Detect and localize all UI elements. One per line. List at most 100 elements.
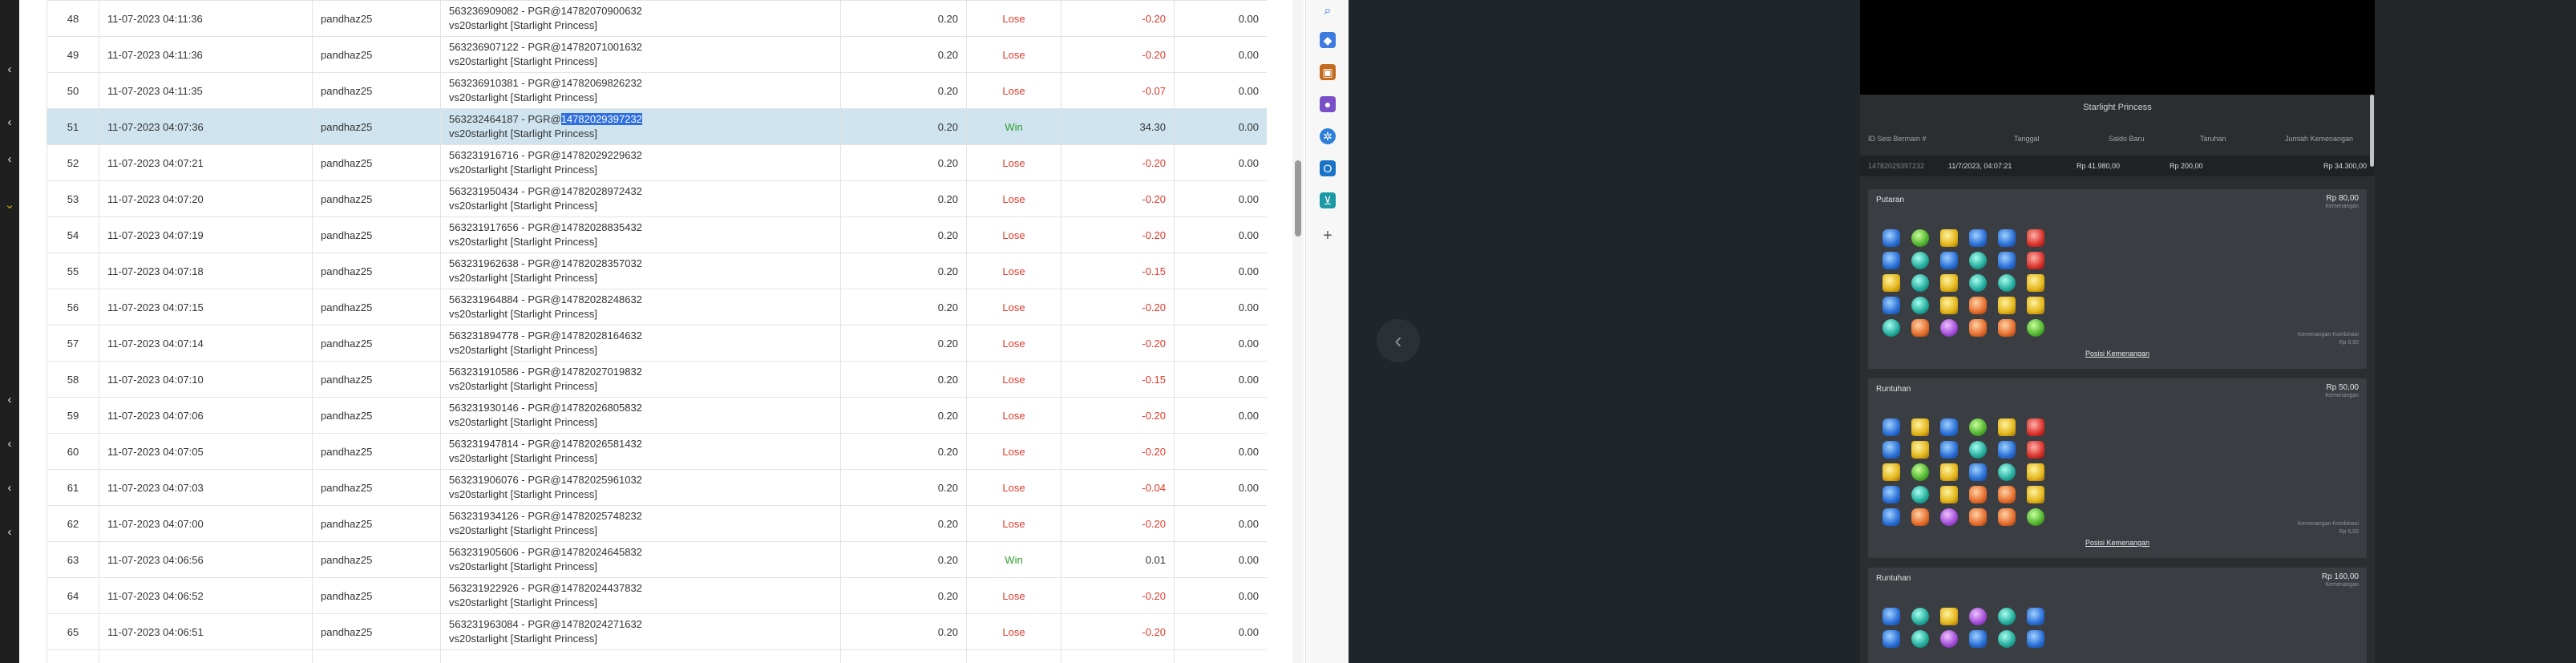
chevron-left-icon[interactable]: ‹ xyxy=(2,152,17,167)
settings-icon[interactable]: ✲ xyxy=(1320,128,1336,144)
cart-icon[interactable]: ⊻ xyxy=(1320,192,1336,208)
round-card: Runtuhan Rp 50,00 Kemenangan Kemenangan … xyxy=(1868,378,2367,558)
gem-symbol-icon xyxy=(1882,297,1900,314)
row-date: 11-07-2023 04:11:36 xyxy=(99,0,313,37)
table-row[interactable]: 62 11-07-2023 04:07:00 pandhaz25 5632319341… xyxy=(47,505,1267,542)
row-description: 563231940999 - PGR@14782024111032 xyxy=(440,649,841,663)
outlook-icon[interactable]: O xyxy=(1320,160,1336,176)
table-row[interactable]: 55 11-07-2023 04:07:18 pandhaz25 5632319626… xyxy=(47,253,1267,289)
table-row[interactable]: 63 11-07-2023 04:06:56 pandhaz25 5632319056… xyxy=(47,541,1267,578)
table-row[interactable]: 57 11-07-2023 04:07:14 pandhaz25 5632318947… xyxy=(47,325,1267,362)
combo-win-value: Rp 8,00 xyxy=(2339,340,2359,346)
table-row[interactable]: 59 11-07-2023 04:07:06 pandhaz25 5632319301… xyxy=(47,397,1267,434)
gem-symbol-icon xyxy=(1882,508,1900,526)
gem-symbol-icon xyxy=(2027,418,2044,436)
gem-symbol-icon xyxy=(1998,463,2016,481)
gem-symbol-icon xyxy=(2027,441,2044,459)
game-history-popup: Starlight Princess ID Sesi Bermain # Tan… xyxy=(1860,0,2375,663)
game-name: vs20starlight [Starlight Princess] xyxy=(449,416,597,428)
gem-symbol-icon xyxy=(1882,630,1900,648)
row-jackpot: 0.00 xyxy=(1174,216,1267,253)
page-scrollbar[interactable] xyxy=(1292,0,1304,663)
row-bet: 0.20 xyxy=(840,253,967,289)
row-result: Lose xyxy=(966,144,1062,181)
game-name: vs20starlight [Starlight Princess] xyxy=(449,524,597,536)
table-row[interactable]: 53 11-07-2023 04:07:20 pandhaz25 5632319504… xyxy=(47,180,1267,217)
row-bet: 0.20 xyxy=(840,577,967,614)
row-description: 563231964884 - PGR@14782028248632 vs20sta… xyxy=(440,289,841,325)
table-row[interactable]: 56 11-07-2023 04:07:15 pandhaz25 5632319648… xyxy=(47,289,1267,325)
row-number: 58 xyxy=(47,361,99,398)
user-icon[interactable]: ● xyxy=(1320,96,1336,112)
gem-symbol-icon xyxy=(1882,486,1900,503)
chevron-left-icon[interactable]: ‹ xyxy=(2,63,17,77)
gem-symbol-icon xyxy=(1940,252,1958,269)
row-date: 11-07-2023 04:07:18 xyxy=(99,253,313,289)
transaction-id: 563231963084 - PGR@14782024271632 xyxy=(449,618,642,630)
row-number: 62 xyxy=(47,505,99,542)
gem-symbol-icon xyxy=(1882,608,1900,625)
row-result: Lose xyxy=(966,180,1062,217)
gem-symbol-icon xyxy=(2027,297,2044,314)
row-date: 11-07-2023 04:07:21 xyxy=(99,144,313,181)
row-result: Lose xyxy=(966,36,1062,73)
chevron-left-icon[interactable]: ‹ xyxy=(2,393,17,407)
table-row[interactable]: 52 11-07-2023 04:07:21 pandhaz25 5632319167… xyxy=(47,144,1267,181)
back-arrow-icon[interactable]: ‹ xyxy=(1377,319,1420,362)
transaction-id: 563231950434 - PGR@14782028972432 xyxy=(449,185,642,197)
row-username: pandhaz25 xyxy=(312,144,441,181)
row-description: 563236910381 - PGR@14782069826232 vs20sta… xyxy=(440,72,841,109)
win-positions-link[interactable]: Posisi Kemenangan xyxy=(1868,539,2367,547)
table-row[interactable]: 65 11-07-2023 04:06:51 pandhaz25 5632319630… xyxy=(47,613,1267,650)
gem-symbol-icon xyxy=(1940,486,1958,503)
chevron-left-icon[interactable]: ‹ xyxy=(2,481,17,495)
session-bet: Rp 200,00 xyxy=(2170,162,2203,170)
row-date: 11-07-2023 04:06:51 xyxy=(99,613,313,650)
row-description: 563231934126 - PGR@14782025748232 vs20sta… xyxy=(440,505,841,542)
win-positions-link[interactable]: Posisi Kemenangan xyxy=(1868,350,2367,358)
row-date: 11-07-2023 04:07:05 xyxy=(99,433,313,470)
gem-symbol-icon xyxy=(1882,229,1900,247)
row-description: 563231905606 - PGR@14782024645832 vs20sta… xyxy=(440,541,841,578)
search-icon[interactable]: ⌕ xyxy=(1320,3,1336,19)
header-session-id: ID Sesi Bermain # xyxy=(1868,135,1927,143)
row-username xyxy=(312,649,441,663)
table-row[interactable]: 49 11-07-2023 04:11:36 pandhaz25 5632369071… xyxy=(47,36,1267,73)
popup-scrollbar[interactable] xyxy=(2370,95,2374,167)
table-row[interactable]: 64 11-07-2023 04:06:52 pandhaz25 5632319229… xyxy=(47,577,1267,614)
table-row[interactable]: 50 11-07-2023 04:11:35 pandhaz25 5632369103… xyxy=(47,72,1267,109)
table-row[interactable]: 54 11-07-2023 04:07:19 pandhaz25 5632319176… xyxy=(47,216,1267,253)
transaction-id: 563231894778 - PGR@14782028164632 xyxy=(449,329,642,342)
game-name: vs20starlight [Starlight Princess] xyxy=(449,560,597,572)
table-row[interactable]: 58 11-07-2023 04:07:10 pandhaz25 5632319105… xyxy=(47,361,1267,398)
table-row[interactable]: 60 11-07-2023 04:07:05 pandhaz25 5632319478… xyxy=(47,433,1267,470)
row-result: Win xyxy=(966,108,1062,145)
plus-icon[interactable]: + xyxy=(1320,228,1336,244)
row-jackpot: 0.00 xyxy=(1174,433,1267,470)
game-name: vs20starlight [Starlight Princess] xyxy=(449,19,597,31)
chevron-left-icon[interactable]: ‹ xyxy=(2,525,17,540)
gem-symbol-icon xyxy=(1940,274,1958,292)
gem-symbol-icon xyxy=(1969,274,1987,292)
tag-icon[interactable]: ◆ xyxy=(1320,32,1336,48)
row-date: 11-07-2023 04:06:52 xyxy=(99,577,313,614)
row-winloss: -0.20 xyxy=(1061,144,1175,181)
chevron-down-icon[interactable]: ⌄ xyxy=(2,198,17,212)
row-number: 64 xyxy=(47,577,99,614)
table-row[interactable]: 61 11-07-2023 04:07:03 pandhaz25 5632319060… xyxy=(47,469,1267,506)
combo-win-label: Kemenangan Kombinasi xyxy=(2297,332,2359,338)
gem-symbol-icon xyxy=(1969,418,1987,436)
chevron-left-icon[interactable]: ‹ xyxy=(2,437,17,451)
table-row[interactable]: 51 11-07-2023 04:07:36 pandhaz25 5632324641… xyxy=(47,108,1267,145)
chevron-left-icon[interactable]: ‹ xyxy=(2,115,17,130)
game-name: vs20starlight [Starlight Princess] xyxy=(449,91,597,103)
table-row[interactable]: 563231940999 - PGR@14782024111032 xyxy=(47,649,1267,663)
briefcase-icon[interactable]: ▣ xyxy=(1320,64,1336,80)
gem-symbol-icon xyxy=(1940,508,1958,526)
row-number xyxy=(47,649,99,663)
row-winloss: -0.07 xyxy=(1061,72,1175,109)
scrollbar-thumb[interactable] xyxy=(1295,160,1301,236)
transaction-id: 563231964884 - PGR@14782028248632 xyxy=(449,293,642,305)
table-row[interactable]: 48 11-07-2023 04:11:36 pandhaz25 5632369090… xyxy=(47,0,1267,37)
row-winloss xyxy=(1061,649,1175,663)
